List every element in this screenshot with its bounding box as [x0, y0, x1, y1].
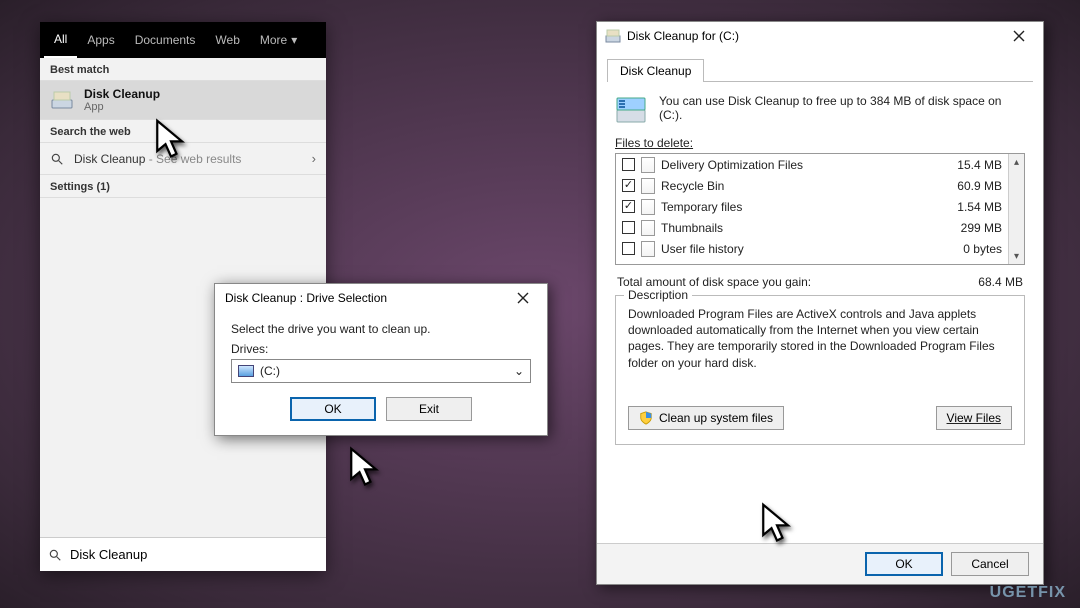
- result-text: Disk Cleanup App: [84, 87, 160, 113]
- best-match-result[interactable]: Disk Cleanup App: [40, 81, 326, 119]
- search-tab-web[interactable]: Web: [205, 22, 249, 58]
- file-size: 0 bytes: [932, 242, 1002, 256]
- scroll-up-icon[interactable]: ▴: [1009, 154, 1024, 170]
- drive-selection-dialog: Disk Cleanup : Drive Selection Select th…: [214, 283, 548, 436]
- search-input[interactable]: [70, 547, 318, 562]
- file-icon: [641, 241, 655, 257]
- watermark: UGETFIX: [990, 584, 1066, 602]
- cursor-icon: [348, 446, 382, 490]
- result-title: Disk Cleanup: [84, 87, 160, 101]
- best-match-header: Best match: [40, 58, 326, 80]
- close-icon: [517, 292, 529, 304]
- file-icon: [641, 199, 655, 215]
- ok-button[interactable]: OK: [865, 552, 943, 576]
- file-size: 1.54 MB: [932, 200, 1002, 214]
- search-web-header: Search the web: [40, 120, 326, 142]
- file-name: Thumbnails: [661, 221, 926, 235]
- dialog-footer: OK Cancel: [597, 543, 1043, 584]
- web-result-row[interactable]: Disk Cleanup - See web results ›: [40, 143, 326, 174]
- file-name: Delivery Optimization Files: [661, 158, 926, 172]
- file-list: Delivery Optimization Files 15.4 MB ✓ Recyc…: [615, 153, 1025, 265]
- file-name: Recycle Bin: [661, 179, 926, 193]
- scrollbar[interactable]: ▴ ▾: [1008, 154, 1024, 264]
- drives-label: Drives:: [231, 342, 531, 356]
- tab-disk-cleanup[interactable]: Disk Cleanup: [607, 59, 704, 82]
- checkbox[interactable]: [622, 221, 635, 234]
- search-tab-apps[interactable]: Apps: [77, 22, 124, 58]
- close-button[interactable]: [999, 22, 1039, 50]
- disk-cleanup-icon: [50, 88, 74, 112]
- disk-cleanup-dialog: Disk Cleanup for (C:) Disk Cleanup You c…: [596, 21, 1044, 585]
- exit-button[interactable]: Exit: [386, 397, 472, 421]
- file-icon: [641, 220, 655, 236]
- chevron-down-icon: ⌄: [514, 364, 524, 378]
- file-name: Temporary files: [661, 200, 926, 214]
- checkbox[interactable]: [622, 158, 635, 171]
- file-row[interactable]: Delivery Optimization Files 15.4 MB: [616, 154, 1008, 175]
- titlebar[interactable]: Disk Cleanup : Drive Selection: [215, 284, 547, 312]
- web-suffix: - See web results: [145, 152, 241, 166]
- tab-label: Web: [215, 33, 239, 47]
- search-tab-more[interactable]: More ▾: [250, 22, 307, 58]
- search-tabs: All Apps Documents Web More ▾: [40, 22, 326, 58]
- prompt-text: Select the drive you want to clean up.: [231, 322, 531, 336]
- ok-button[interactable]: OK: [290, 397, 376, 421]
- dialog-title: Disk Cleanup for (C:): [627, 29, 739, 43]
- cancel-button[interactable]: Cancel: [951, 552, 1029, 576]
- tab-label: More: [260, 33, 287, 47]
- view-files-button[interactable]: View Files: [936, 406, 1012, 430]
- titlebar[interactable]: Disk Cleanup for (C:): [597, 22, 1043, 50]
- file-row[interactable]: ✓ Temporary files 1.54 MB: [616, 196, 1008, 217]
- clean-system-files-button[interactable]: Clean up system files: [628, 406, 784, 430]
- file-icon: [641, 178, 655, 194]
- tab-label: All: [54, 32, 67, 46]
- settings-header: Settings (1): [40, 175, 326, 197]
- combo-value: (C:): [260, 364, 280, 378]
- tab-strip-area: Disk Cleanup: [597, 50, 1043, 82]
- description-header: Description: [624, 288, 692, 302]
- checkbox[interactable]: ✓: [622, 200, 635, 213]
- divider: [40, 197, 326, 198]
- button-label: Clean up system files: [659, 411, 773, 425]
- dialog-title: Disk Cleanup : Drive Selection: [225, 291, 387, 305]
- files-to-delete-label: Files to delete:: [615, 136, 1025, 150]
- chevron-down-icon: ▾: [291, 33, 297, 47]
- file-icon: [641, 157, 655, 173]
- search-icon: [50, 152, 64, 166]
- drive-combo[interactable]: (C:) ⌄: [231, 359, 531, 383]
- file-name: User file history: [661, 242, 926, 256]
- button-label: View Files: [947, 411, 1001, 425]
- file-size: 60.9 MB: [932, 179, 1002, 193]
- description-text: Downloaded Program Files are ActiveX con…: [628, 306, 1012, 378]
- result-subtitle: App: [84, 101, 160, 113]
- file-size: 15.4 MB: [932, 158, 1002, 172]
- shield-icon: [639, 411, 653, 425]
- file-row[interactable]: ✓ Recycle Bin 60.9 MB: [616, 175, 1008, 196]
- close-button[interactable]: [503, 284, 543, 312]
- close-icon: [1013, 30, 1025, 42]
- checkbox[interactable]: [622, 242, 635, 255]
- search-tab-documents[interactable]: Documents: [125, 22, 206, 58]
- tab-label: Apps: [87, 33, 114, 47]
- web-term: Disk Cleanup: [74, 152, 145, 166]
- file-size: 299 MB: [932, 221, 1002, 235]
- intro-text: You can use Disk Cleanup to free up to 3…: [659, 94, 1025, 122]
- checkbox[interactable]: ✓: [622, 179, 635, 192]
- disk-cleanup-icon: [605, 28, 621, 44]
- file-row[interactable]: Thumbnails 299 MB: [616, 217, 1008, 238]
- chevron-right-icon: ›: [312, 151, 316, 166]
- scroll-down-icon[interactable]: ▾: [1009, 248, 1024, 264]
- search-tab-all[interactable]: All: [44, 22, 77, 58]
- total-value: 68.4 MB: [978, 275, 1023, 289]
- description-group: Description Downloaded Program Files are…: [615, 295, 1025, 445]
- tab-label: Documents: [135, 33, 196, 47]
- search-box-row: [40, 537, 326, 571]
- total-label: Total amount of disk space you gain:: [617, 275, 811, 289]
- drive-icon: [238, 365, 254, 377]
- search-icon: [48, 548, 62, 562]
- drive-icon: [615, 94, 647, 126]
- file-row[interactable]: User file history 0 bytes: [616, 238, 1008, 259]
